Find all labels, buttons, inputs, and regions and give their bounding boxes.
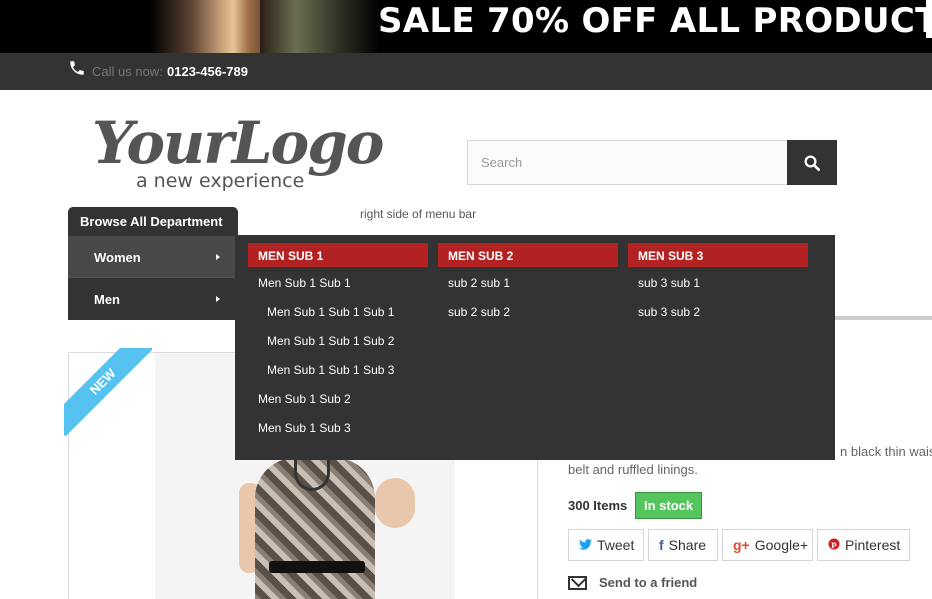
menu-item-women[interactable]: Women xyxy=(68,236,238,278)
mega-link[interactable]: sub 3 sub 2 xyxy=(638,305,700,319)
site-logo[interactable]: YourLogo a new experience xyxy=(92,109,384,195)
search-input[interactable] xyxy=(467,140,788,185)
mega-link[interactable]: Men Sub 1 Sub 1 xyxy=(258,276,351,290)
banner-text: SALE 70% OFF ALL PRODUCTS xyxy=(378,1,932,41)
mega-link[interactable]: Men Sub 1 Sub 3 xyxy=(258,421,351,435)
tweet-button[interactable]: Tweet xyxy=(568,529,644,561)
stock-badge: In stock xyxy=(635,492,703,519)
new-badge: New xyxy=(64,348,152,436)
google-plus-icon: g+ xyxy=(733,537,750,553)
photo-belt xyxy=(269,561,365,573)
photo-hand xyxy=(375,478,415,528)
browse-all-department[interactable]: Browse All Department xyxy=(68,207,238,236)
divider-rule xyxy=(835,316,932,320)
chevron-right-icon xyxy=(216,254,220,260)
logo-main-text: YourLogo xyxy=(92,109,384,177)
product-description: belt and ruffled linings. xyxy=(568,462,698,477)
svg-text:p: p xyxy=(831,540,836,549)
pinterest-label: Pinterest xyxy=(845,537,901,553)
phone-icon xyxy=(70,61,84,75)
logo-tagline: a new experience xyxy=(136,170,305,192)
mega-link[interactable]: sub 2 sub 2 xyxy=(448,305,510,319)
menu-item-label: Women xyxy=(94,250,141,265)
menu-bar-note: right side of menu bar xyxy=(360,207,477,221)
search-button[interactable] xyxy=(787,140,837,185)
banner-model-image xyxy=(150,0,380,53)
mega-link[interactable]: Men Sub 1 Sub 2 xyxy=(258,392,351,406)
banner-edge xyxy=(926,0,932,38)
chevron-right-icon xyxy=(216,296,220,302)
envelope-icon xyxy=(568,575,587,590)
mega-link[interactable]: sub 3 sub 1 xyxy=(638,276,700,290)
mega-link[interactable]: Men Sub 1 Sub 1 Sub 2 xyxy=(267,334,394,348)
share-button[interactable]: f Share xyxy=(648,529,718,561)
search-icon xyxy=(804,155,821,171)
facebook-icon: f xyxy=(659,537,664,553)
contact-label: Call us now: xyxy=(92,64,163,79)
mega-column-title[interactable]: MEN SUB 2 xyxy=(438,243,618,267)
tweet-label: Tweet xyxy=(597,537,635,553)
contact-bar: Call us now: 0123-456-789 xyxy=(0,53,932,90)
menu-item-men[interactable]: Men xyxy=(68,278,238,320)
new-badge-label: New xyxy=(64,348,152,436)
google-plus-label: Google+ xyxy=(754,537,809,553)
promo-banner[interactable]: SALE 70% OFF ALL PRODUCTS xyxy=(0,0,932,53)
menu-item-label: Men xyxy=(94,292,120,307)
mega-menu-dropdown: MEN SUB 1 Men Sub 1 Sub 1 Men Sub 1 Sub … xyxy=(235,235,835,460)
contact-phone-number: 0123-456-789 xyxy=(167,64,248,79)
google-plus-button[interactable]: g+ Google+ xyxy=(722,529,813,561)
mega-link[interactable]: Men Sub 1 Sub 1 Sub 3 xyxy=(267,363,394,377)
send-to-friend-label: Send to a friend xyxy=(599,575,698,590)
pinterest-button[interactable]: p Pinterest xyxy=(817,529,910,561)
product-description-tail: n black thin waist xyxy=(840,444,932,459)
mega-column-men-sub-1: MEN SUB 1 xyxy=(248,243,428,267)
product-quantity: 300 Items xyxy=(568,498,628,513)
share-label: Share xyxy=(668,537,707,553)
send-to-friend-link[interactable]: Send to a friend xyxy=(568,575,697,590)
mega-column-men-sub-2: MEN SUB 2 xyxy=(438,243,618,267)
mega-column-title[interactable]: MEN SUB 3 xyxy=(628,243,808,267)
mega-link[interactable]: Men Sub 1 Sub 1 Sub 1 xyxy=(267,305,394,319)
mega-column-title[interactable]: MEN SUB 1 xyxy=(248,243,428,267)
pinterest-icon: p xyxy=(828,537,840,553)
mega-column-men-sub-3: MEN SUB 3 xyxy=(628,243,808,267)
mega-link[interactable]: sub 2 sub 1 xyxy=(448,276,510,290)
twitter-icon xyxy=(579,537,592,553)
